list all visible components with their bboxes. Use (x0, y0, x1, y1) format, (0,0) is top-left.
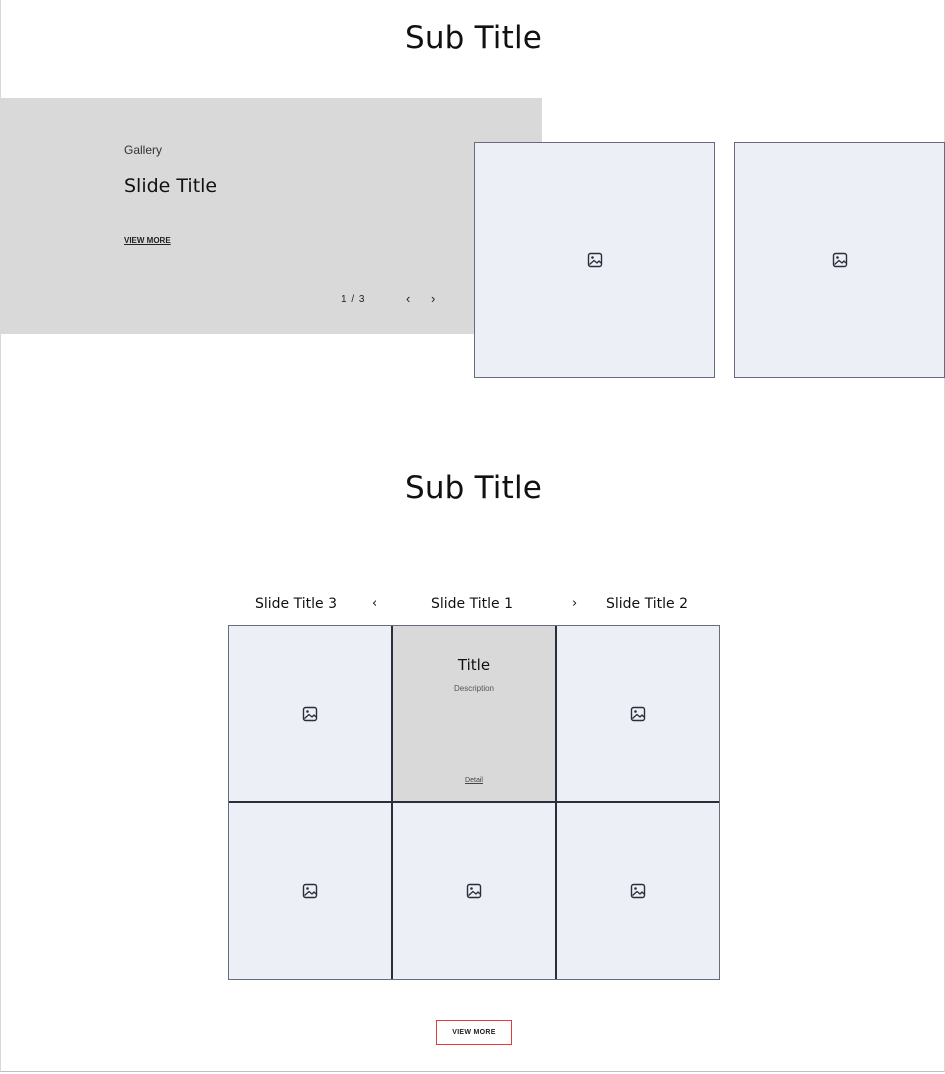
card-detail-link[interactable]: Detail (393, 777, 555, 784)
card-description: Description (453, 684, 494, 693)
grid-image-card[interactable] (393, 803, 557, 979)
tab-slide-title-2[interactable]: Slide Title 2 (606, 596, 688, 612)
image-icon (302, 883, 318, 899)
grid-image-card[interactable] (557, 626, 719, 803)
tab-slide-title-1[interactable]: Slide Title 1 (431, 596, 513, 612)
gallery-pager-count: 1 / 3 (341, 294, 366, 305)
image-icon (832, 252, 847, 268)
image-icon (630, 883, 646, 899)
gallery-eyebrow: Gallery (124, 143, 163, 157)
active-grid-card[interactable]: Title Description Detail (393, 626, 557, 803)
grid-image-card[interactable] (229, 626, 393, 803)
gallery-slide-panel (1, 98, 542, 334)
slide-tabs: Slide Title 3 ‹ Slide Title 1 › Slide Ti… (1, 596, 945, 616)
image-icon (630, 706, 646, 721)
gallery-view-more-link[interactable]: VIEW MORE (124, 236, 171, 245)
gallery-prev-button[interactable]: ‹ (406, 291, 410, 306)
gallery-next-button[interactable]: › (431, 291, 435, 306)
tabs-next-button[interactable]: › (572, 596, 577, 611)
image-icon (587, 252, 602, 268)
gallery-slide-title: Slide Title (124, 175, 218, 197)
grid-image-card[interactable] (229, 803, 393, 979)
page: Sub Title Gallery Slide Title VIEW MORE … (0, 0, 945, 1072)
section-2-sub-title: Sub Title (404, 470, 543, 506)
section-1-sub-title: Sub Title (404, 20, 543, 56)
image-grid: Title Description Detail (228, 625, 720, 980)
grid-image-card[interactable] (557, 803, 719, 979)
image-icon (302, 706, 318, 721)
gallery-image-card[interactable] (474, 142, 715, 378)
gallery-image-card[interactable] (734, 142, 945, 378)
card-title: Title (457, 656, 491, 674)
view-more-button[interactable]: VIEW MORE (436, 1020, 512, 1045)
tab-slide-title-3[interactable]: Slide Title 3 (255, 596, 337, 612)
image-icon (466, 883, 482, 899)
tabs-prev-button[interactable]: ‹ (372, 596, 377, 611)
